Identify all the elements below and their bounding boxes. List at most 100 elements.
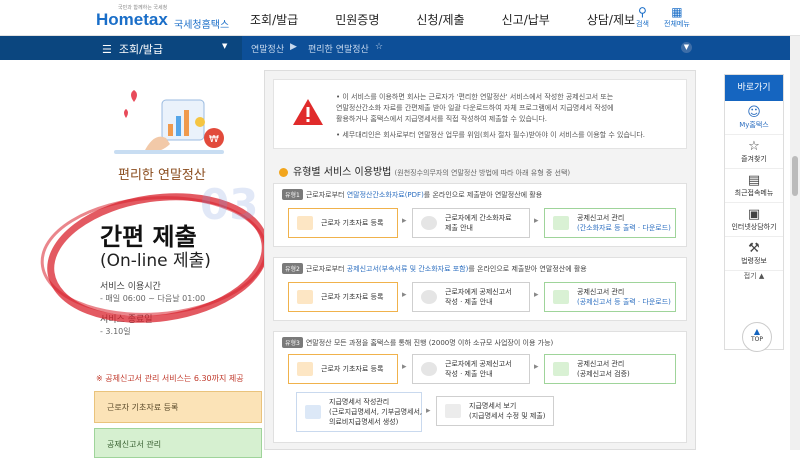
breadcrumb-level1[interactable]: 연말정산	[251, 42, 284, 55]
type3-step-view[interactable]: 지급명세서 보기 (지급명세서 수정 및 제출)	[436, 396, 554, 426]
watermark: 03	[200, 180, 259, 229]
search-button[interactable]: ⚲ 검색	[636, 6, 649, 29]
statement-icon	[305, 405, 321, 419]
logo-name: Hometax	[96, 10, 168, 29]
bullet-dot-icon	[279, 167, 288, 177]
breadcrumb-section[interactable]: ☰ 조회/발급 ▼	[0, 36, 242, 60]
grid-icon: ▦	[671, 5, 683, 19]
type3-step5-line2: (지급명세서 수정 및 제출)	[469, 412, 546, 420]
notice-line-1: • 이 서비스를 이용하면 회사는 근로자가 '편리한 연말정산' 서비스에서 …	[336, 93, 614, 101]
quick-law-info[interactable]: ⚒ 법령정보	[725, 237, 783, 271]
nav-item-inquiry[interactable]: 조회/발급	[250, 11, 298, 28]
type2-badge: 유형2	[282, 263, 303, 274]
type2-step-manage[interactable]: 공제신고서 관리 (공제신고서 등 출력 · 다운로드)	[544, 282, 676, 312]
warning-icon	[293, 99, 323, 125]
service-hours-label: 서비스 이용시간	[100, 282, 161, 292]
quick-my-hometax-label: My홈택스	[739, 121, 769, 129]
quick-menu-fold[interactable]: 접기 ▲	[725, 271, 783, 285]
gavel-icon: ⚒	[748, 241, 760, 256]
search-icon: ⚲	[638, 5, 647, 19]
type1-desc-highlight: 연말정산간소화자료(PDF)	[346, 191, 424, 199]
type2-desc-pre: 근로자로부터	[305, 265, 347, 273]
type1-step2-line2: 제출 안내	[445, 224, 473, 232]
type1-step-guide[interactable]: 근로자에게 간소화자료 제출 안내	[412, 208, 530, 238]
page-scrollbar[interactable]	[790, 36, 800, 450]
type2-box: 유형2 근로자로부터 공제신고서(부속서류 및 간소화자료 포함)를 온라인으로 …	[273, 257, 687, 321]
type2-step2-line1: 근로자에게 공제신고서	[445, 288, 512, 296]
arrow-right-icon: ▸	[426, 406, 431, 416]
quick-my-hometax[interactable]: ☺ My홈택스	[725, 101, 783, 135]
register-icon	[297, 362, 313, 376]
type2-step-register[interactable]: 근로자 기초자료 등록	[288, 282, 398, 312]
quick-menu: 바로가기 ☺ My홈택스 ☆ 즐겨찾기 ▤ 최근접속메뉴 ▣ 인터넷상담하기 ⚒…	[724, 74, 784, 350]
headline-sub: (On-line 제출)	[100, 251, 211, 271]
breadcrumb-level2[interactable]: 편리한 연말정산	[308, 42, 369, 55]
view-document-icon	[445, 404, 461, 418]
type3-badge: 유형3	[282, 337, 303, 348]
quick-menu-title: 바로가기	[725, 75, 783, 101]
nav-item-apply[interactable]: 신청/제출	[416, 11, 464, 28]
quick-law-label: 법령정보	[741, 257, 767, 265]
type2-desc-highlight: 공제신고서(부속서류 및 간소화자료 포함)	[346, 265, 469, 273]
type3-step4-line1: 지급명세서 작성관리	[329, 398, 390, 406]
nav-item-report[interactable]: 신고/납부	[502, 11, 550, 28]
type3-step-guide[interactable]: 근로자에게 공제신고서 작성 · 제출 안내	[412, 354, 530, 384]
type2-step1-text: 근로자 기초자료 등록	[321, 293, 384, 301]
quick-consult-label: 인터넷상담하기	[731, 223, 777, 231]
type2-step3-line1: 공제신고서 관리	[577, 288, 625, 296]
dropdown-triangle-icon: ▼	[222, 42, 228, 50]
type3-step5-line1: 지급명세서 보기	[469, 402, 517, 410]
type3-step-statement[interactable]: 지급명세서 작성관리 (근로지급명세서, 기부금명세서, 의료비지급명세서 생성…	[296, 392, 422, 432]
scrollbar-thumb[interactable]	[792, 156, 798, 196]
service-end-label: 서비스 종료일	[100, 315, 153, 325]
all-menu-label: 전체메뉴	[664, 20, 690, 28]
main-content: • 이 서비스를 이용하면 회사는 근로자가 '편리한 연말정산' 서비스에서 …	[264, 70, 696, 450]
person-icon: ☺	[747, 105, 761, 120]
arrow-right-icon: ▸	[534, 290, 539, 300]
red-notice: ※ 공제신고서 관리 서비스는 6.30까지 제공	[96, 374, 244, 383]
quick-online-consult[interactable]: ▣ 인터넷상담하기	[725, 203, 783, 237]
type3-step3-line1: 공제신고서 관리	[577, 360, 625, 368]
top-header: 국민과 함께하는 국세청 Hometax 국세청홈택스 조회/발급 민원증명 신…	[0, 0, 800, 36]
employee-register-button[interactable]: 근로자 기초자료 등록	[94, 391, 262, 423]
document-icon	[553, 290, 569, 304]
tax-illustration: ₩	[114, 90, 224, 154]
type3-step-register[interactable]: 근로자 기초자료 등록	[288, 354, 398, 384]
type3-step-manage[interactable]: 공제신고서 관리 (공제신고서 검증)	[544, 354, 676, 384]
scroll-top-button[interactable]: ▲ TOP	[742, 322, 772, 352]
document-icon	[553, 362, 569, 376]
type1-step3-line1: 공제신고서 관리	[577, 214, 625, 222]
type2-step2-line2: 작성 · 제출 안내	[445, 298, 493, 306]
type3-step4-line2: (근로지급명세서, 기부금명세서,	[329, 408, 423, 416]
type3-step3-line2: (공제신고서 검증)	[577, 370, 630, 378]
arrow-right-icon: ▸	[534, 362, 539, 372]
info-icon	[421, 290, 437, 304]
type3-desc: 연말정산 모든 과정을 홈택스를 통해 진행 (2000명 이하 소규모 사업장…	[305, 339, 554, 347]
panel-title: 편리한 연말정산	[118, 168, 206, 183]
type1-step2-line1: 근로자에게 간소화자료	[445, 214, 512, 222]
nav-item-consult[interactable]: 상담/제보	[587, 11, 635, 28]
star-icon[interactable]: ☆	[375, 42, 383, 52]
quick-favorites-label: 즐겨찾기	[741, 155, 767, 163]
type1-step3-line2: (간소화자료 등 출력 · 다운로드)	[577, 224, 671, 232]
type3-step4-line3: 의료비지급명세서 생성)	[329, 418, 399, 426]
type3-box: 유형3 연말정산 모든 과정을 홈택스를 통해 진행 (2000명 이하 소규모 …	[273, 331, 687, 443]
all-menu-button[interactable]: ▦ 전체메뉴	[664, 6, 690, 29]
section-subtitle: (원천징수의무자의 연말정산 방법에 따라 아래 유형 중 선택)	[394, 169, 571, 177]
search-label: 검색	[636, 20, 649, 28]
nav-item-certificate[interactable]: 민원증명	[335, 11, 379, 28]
quick-recent-label: 최근접속메뉴	[734, 189, 774, 197]
chevron-down-icon[interactable]: ▼	[681, 42, 692, 53]
quick-recent-menu[interactable]: ▤ 최근접속메뉴	[725, 169, 783, 203]
type1-step-manage[interactable]: 공제신고서 관리 (간소화자료 등 출력 · 다운로드)	[544, 208, 676, 238]
quick-favorites[interactable]: ☆ 즐겨찾기	[725, 135, 783, 169]
notice-line-4: • 세무대리인은 회사로부터 연말정산 업무를 위임(회사 절차 필수)받아야 …	[336, 131, 645, 139]
type1-step-register[interactable]: 근로자 기초자료 등록	[288, 208, 398, 238]
type3-step2-line2: 작성 · 제출 안내	[445, 370, 493, 378]
arrow-right-icon: ▸	[402, 216, 407, 226]
info-icon	[421, 362, 437, 376]
type2-step-guide[interactable]: 근로자에게 공제신고서 작성 · 제출 안내	[412, 282, 530, 312]
type1-badge: 유형1	[282, 189, 303, 200]
deduction-manage-button[interactable]: 공제신고서 관리	[94, 428, 262, 458]
section-heading: 유형별 서비스 이용방법 (원천징수의무자의 연말정산 방법에 따라 아래 유형…	[279, 163, 570, 178]
